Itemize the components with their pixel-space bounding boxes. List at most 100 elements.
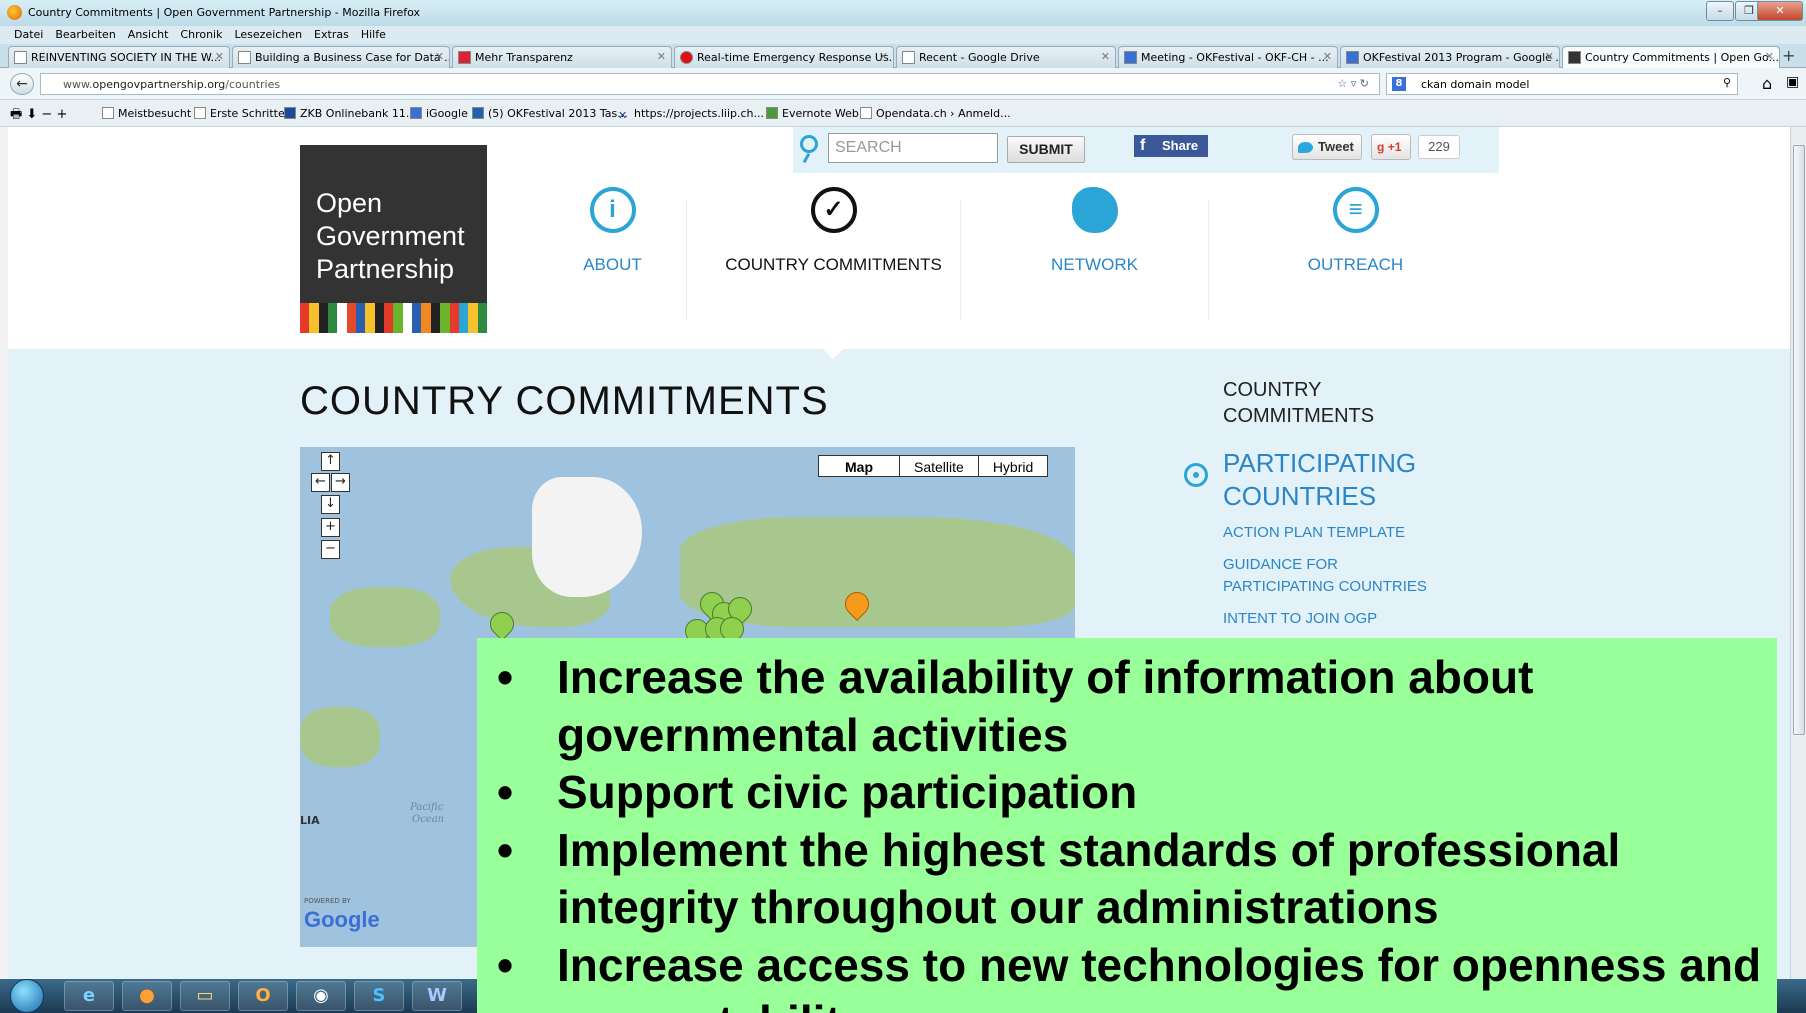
facebook-share-button[interactable]: f Share [1134, 135, 1208, 157]
pan-up-icon[interactable]: ↑ [321, 452, 340, 471]
page-scrollbar[interactable] [1790, 127, 1806, 979]
bookmark-item[interactable]: ZKB Onlinebank 11.0 [284, 107, 416, 120]
browser-tab[interactable]: Meeting - OKFestival - OKF-CH - ... ✕ [1118, 46, 1338, 68]
tab-close-icon[interactable]: ✕ [1545, 50, 1554, 63]
tweet-button[interactable]: Tweet [1292, 134, 1362, 160]
menu-lesezeichen[interactable]: Lesezeichen [234, 28, 302, 41]
tab-close-icon[interactable]: ✕ [1101, 50, 1110, 63]
menu-datei[interactable]: Datei [14, 28, 43, 41]
explorer-folder-icon[interactable]: ▭ [180, 981, 230, 1011]
search-icon [800, 135, 818, 153]
url-bar[interactable]: www.opengovpartnership.org/countries ☆ ▿ … [40, 73, 1380, 95]
map-region-label: LIA [300, 814, 320, 827]
logo-text: Open [316, 188, 383, 218]
nav-label: NETWORK [1051, 255, 1138, 274]
zoom-out-icon[interactable]: − [321, 540, 340, 559]
pan-right-icon[interactable]: → [331, 473, 350, 492]
menu-ansicht[interactable]: Ansicht [128, 28, 169, 41]
menu-bar: Datei Bearbeiten Ansicht Chronik Lesezeichen… [0, 26, 1806, 44]
sidebar-item-guidance[interactable]: GUIDANCE FOR PARTICIPATING COUNTRIES [1223, 554, 1523, 598]
addon-icon[interactable]: ▣ [1786, 74, 1799, 90]
browser-tab[interactable]: Real-time Emergency Response Us... ✕ [674, 46, 894, 68]
browser-tab[interactable]: Mehr Transparenz ✕ [452, 46, 672, 68]
firefox-taskbar-icon[interactable]: ● [122, 981, 172, 1011]
tab-close-icon[interactable]: ✕ [215, 50, 224, 63]
nav-about[interactable]: i ABOUT [495, 185, 730, 325]
tab-favicon-icon [238, 51, 251, 64]
browser-tab[interactable]: Recent - Google Drive ✕ [896, 46, 1116, 68]
gplus-icon: g [1377, 140, 1385, 154]
back-button[interactable]: ← [10, 73, 34, 95]
skype-icon[interactable]: S [354, 981, 404, 1011]
menu-chronik[interactable]: Chronik [180, 28, 222, 41]
menu-hilfe[interactable]: Hilfe [361, 28, 386, 41]
bookmark-item[interactable]: ✕ https://projects.liip.ch... [618, 107, 764, 122]
bookmark-label: Opendata.ch › Anmeld... [876, 107, 1011, 120]
google-logo[interactable]: Google [304, 907, 380, 933]
nav-outreach[interactable]: ≡ OUTREACH [1238, 185, 1473, 325]
zoom-in-icon[interactable]: + [321, 518, 340, 537]
browser-tab[interactable]: REINVENTING SOCIETY IN THE W... ✕ [8, 46, 230, 68]
browser-tab[interactable]: OKFestival 2013 Program - Google ... ✕ [1340, 46, 1560, 68]
word-icon[interactable]: W [412, 981, 462, 1011]
browser-tab-active[interactable]: Country Commitments | Open Go... ✕ [1562, 46, 1780, 69]
google-search-icon[interactable]: 8 [1392, 77, 1406, 91]
search-icon[interactable]: ⚲ [1723, 76, 1731, 89]
bookmark-item[interactable]: iGoogle [410, 107, 468, 120]
bookmark-icon [102, 107, 114, 119]
bookmark-item[interactable]: Erste Schritte [194, 107, 285, 120]
home-icon[interactable]: ⌂ [1762, 74, 1772, 93]
tab-favicon-icon [1568, 51, 1581, 64]
network-tray-icon[interactable]: ◉ [296, 981, 346, 1011]
site-search-input[interactable]: SEARCH [828, 133, 998, 163]
sidebar-item-action-plan-template[interactable]: ACTION PLAN TEMPLATE [1223, 522, 1523, 544]
bookmark-item[interactable]: Meistbesucht [102, 107, 191, 120]
browser-search-input[interactable]: 8 ckan domain model ⚲ [1386, 73, 1738, 95]
bookmark-icon [194, 107, 206, 119]
list-icon: ≡ [1332, 187, 1379, 233]
minimize-button[interactable]: – [1706, 1, 1734, 21]
map-type-map[interactable]: Map [819, 456, 899, 476]
outlook-icon[interactable]: O [238, 981, 288, 1011]
map-type-satellite[interactable]: Satellite [899, 456, 978, 476]
tab-close-icon[interactable]: ✕ [435, 50, 444, 63]
map-type-hybrid[interactable]: Hybrid [977, 456, 1047, 476]
close-window-button[interactable]: ✕ [1757, 1, 1803, 21]
browser-search-value: ckan domain model [1421, 78, 1530, 91]
tab-close-icon[interactable]: ✕ [879, 50, 888, 63]
logo-text: Partnership [316, 254, 455, 284]
bookmark-icon [766, 107, 778, 119]
nav-country-commitments[interactable]: ✓ COUNTRY COMMITMENTS [716, 185, 951, 325]
pan-left-icon[interactable]: ← [311, 473, 330, 492]
ogp-logo[interactable]: Open Government Partnership [300, 145, 487, 333]
start-button[interactable] [10, 979, 44, 1013]
bookmark-item[interactable]: (5) OKFestival 2013 Tas... [472, 107, 628, 120]
menu-bearbeiten[interactable]: Bearbeiten [55, 28, 115, 41]
tab-close-icon[interactable]: ✕ [657, 50, 666, 63]
bookmark-item[interactable]: Evernote Web [766, 107, 859, 120]
sidebar-title: COUNTRY COMMITMENTS [1223, 377, 1473, 429]
window-title: Country Commitments | Open Government Pa… [28, 6, 421, 19]
url-host: opengovpartnership.org [92, 78, 226, 91]
sidebar-item-intent-to-join[interactable]: INTENT TO JOIN OGP [1223, 608, 1523, 630]
browser-tab[interactable]: Building a Business Case for Data ... ✕ [232, 46, 450, 68]
nav-network[interactable]: NETWORK [977, 185, 1212, 325]
pan-down-icon[interactable]: ↓ [321, 495, 340, 514]
submit-button[interactable]: SUBMIT [1007, 136, 1085, 163]
menu-extras[interactable]: Extras [314, 28, 349, 41]
bookmark-label: Meistbesucht [118, 107, 192, 120]
reload-icon[interactable]: ☆ ▿ ↻ [1337, 77, 1369, 90]
sidebar-item-participating-countries[interactable]: PARTICIPATING COUNTRIES [1223, 447, 1523, 513]
internet-explorer-icon[interactable]: e [64, 981, 114, 1011]
tab-close-icon[interactable]: ✕ [1323, 50, 1332, 63]
tab-close-icon[interactable]: ✕ [1765, 50, 1774, 63]
bookmark-icon: ✕ [618, 109, 628, 122]
sidebar-title-text: COMMITMENTS [1223, 405, 1375, 427]
gplus-count: 229 [1418, 135, 1460, 159]
toolbar-icons[interactable]: 🖶 ⬇ − + [10, 105, 67, 127]
bookmark-item[interactable]: Opendata.ch › Anmeld... [860, 107, 1011, 120]
scrollbar-thumb[interactable] [1793, 145, 1805, 735]
google-plus-button[interactable]: g +1 [1371, 134, 1411, 160]
new-tab-button[interactable]: + [1782, 46, 1795, 65]
commitments-list: Increase the availability of information… [477, 649, 1777, 1013]
